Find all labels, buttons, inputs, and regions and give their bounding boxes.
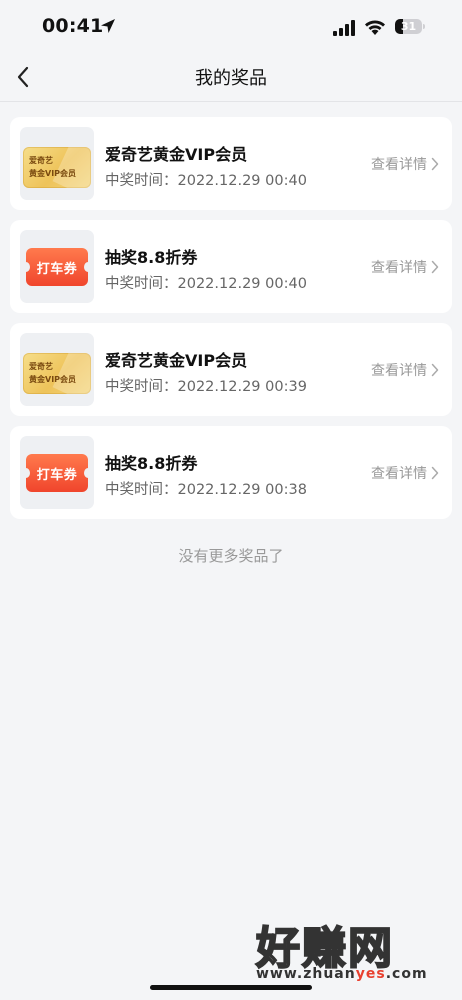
watermark-url-highlight: yes (355, 966, 386, 982)
battery-icon: 31 (395, 19, 422, 34)
status-bar: 00:41 31 (0, 0, 462, 54)
view-details-link[interactable]: 查看详情 (371, 360, 440, 380)
prize-name: 爱奇艺黄金VIP会员 (105, 351, 248, 370)
prize-thumbnail: 打车券 (20, 436, 94, 509)
vip-card-text-line1: 爱奇艺 (29, 362, 53, 371)
view-details-label: 查看详情 (371, 157, 427, 173)
prize-thumbnail: 爱奇艺 黄金VIP会员 (20, 333, 94, 406)
prize-list: 爱奇艺 黄金VIP会员 爱奇艺黄金VIP会员 中奖时间：2022.12.29 0… (10, 117, 452, 529)
vip-card-image: 爱奇艺 黄金VIP会员 (23, 147, 91, 188)
page-title: 我的奖品 (195, 68, 267, 89)
vip-card-text-line2: 黄金VIP会员 (29, 169, 77, 178)
home-indicator (150, 985, 312, 990)
nav-bar: 我的奖品 (0, 54, 462, 102)
watermark-url-suffix: .com (385, 966, 428, 982)
ticket-image: 打车券 (22, 454, 92, 492)
view-details-label: 查看详情 (371, 260, 427, 276)
wifi-icon (365, 20, 385, 35)
prize-time: 中奖时间：2022.12.29 00:39 (105, 379, 307, 395)
chevron-right-icon (431, 363, 439, 377)
view-details-link[interactable]: 查看详情 (371, 154, 440, 174)
prize-time: 中奖时间：2022.12.29 00:40 (105, 173, 307, 189)
view-details-label: 查看详情 (371, 363, 427, 379)
watermark-url-prefix: www.zhuan (256, 966, 356, 982)
no-more-prizes-text: 没有更多奖品了 (178, 547, 284, 565)
prize-time: 中奖时间：2022.12.29 00:38 (105, 482, 307, 498)
ticket-label: 打车券 (36, 467, 78, 483)
vip-card-text-line1: 爱奇艺 (29, 156, 53, 165)
view-details-label: 查看详情 (371, 466, 427, 482)
ticket-label: 打车券 (36, 261, 78, 277)
view-details-link[interactable]: 查看详情 (371, 257, 440, 277)
battery-cap (423, 24, 425, 29)
prize-thumbnail: 爱奇艺 黄金VIP会员 (20, 127, 94, 200)
signal-icon (333, 20, 355, 36)
prize-name: 抽奖8.8折券 (105, 248, 198, 267)
vip-card-text-line2: 黄金VIP会员 (29, 375, 77, 384)
watermark-url: www.zhuanyes.com (256, 966, 428, 982)
ticket-image: 打车券 (22, 248, 92, 286)
prize-thumbnail: 打车券 (20, 230, 94, 303)
prize-card[interactable]: 打车券 抽奖8.8折券 中奖时间：2022.12.29 00:40 查看详情 (10, 220, 452, 313)
vip-card-image: 爱奇艺 黄金VIP会员 (23, 353, 91, 394)
location-arrow-icon (101, 19, 115, 33)
view-details-link[interactable]: 查看详情 (371, 463, 440, 483)
chevron-right-icon (431, 157, 439, 171)
prize-time: 中奖时间：2022.12.29 00:40 (105, 276, 307, 292)
chevron-right-icon (431, 260, 439, 274)
prize-name: 抽奖8.8折券 (105, 454, 198, 473)
watermark: 好赚网 www.zhuanyes.com (252, 912, 452, 992)
prize-name: 爱奇艺黄金VIP会员 (105, 145, 248, 164)
battery-level: 31 (400, 20, 417, 33)
prize-card[interactable]: 爱奇艺 黄金VIP会员 爱奇艺黄金VIP会员 中奖时间：2022.12.29 0… (10, 323, 452, 416)
status-time: 00:41 (42, 15, 104, 37)
chevron-right-icon (431, 466, 439, 480)
prize-card[interactable]: 打车券 抽奖8.8折券 中奖时间：2022.12.29 00:38 查看详情 (10, 426, 452, 519)
prize-card[interactable]: 爱奇艺 黄金VIP会员 爱奇艺黄金VIP会员 中奖时间：2022.12.29 0… (10, 117, 452, 210)
